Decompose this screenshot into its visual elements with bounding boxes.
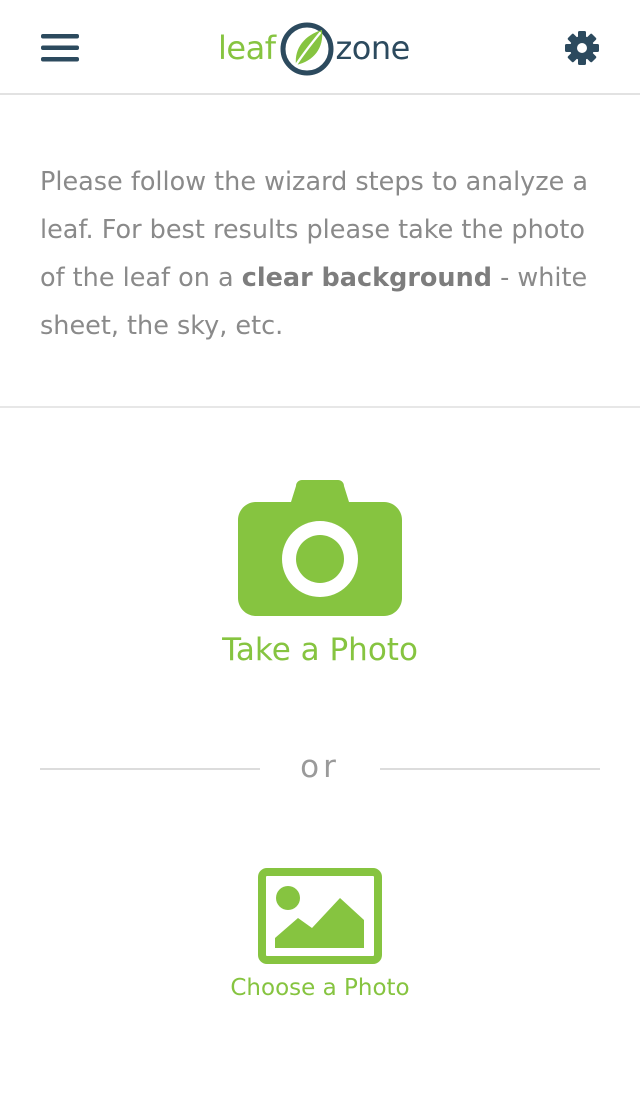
gear-icon (565, 31, 599, 65)
settings-button[interactable] (554, 22, 610, 74)
or-text: or (300, 749, 340, 785)
logo-text-leaf: leaf (218, 29, 276, 67)
or-separator: or (40, 745, 600, 789)
separator-line-left (40, 768, 260, 770)
app-logo: leaf zone (218, 16, 428, 80)
instructions-text: Please follow the wizard steps to analyz… (40, 158, 606, 350)
instructions-emphasis: clear background (241, 263, 492, 293)
choose-photo-button[interactable]: Choose a Photo (190, 868, 450, 1018)
take-photo-label: Take a Photo (222, 632, 418, 668)
app-screen: leaf zone Please follow the wizard steps… (0, 0, 640, 1104)
camera-icon (238, 480, 402, 616)
hamburger-menu-icon (41, 34, 79, 62)
section-divider (0, 406, 640, 408)
leaf-logo-icon (280, 22, 334, 76)
logo-text-zone: zone (335, 29, 410, 67)
top-bar: leaf zone (0, 0, 640, 95)
image-icon (258, 868, 382, 964)
separator-line-right (380, 768, 600, 770)
take-photo-button[interactable]: Take a Photo (170, 480, 470, 680)
menu-button[interactable] (32, 22, 88, 74)
choose-photo-label: Choose a Photo (230, 975, 410, 1001)
